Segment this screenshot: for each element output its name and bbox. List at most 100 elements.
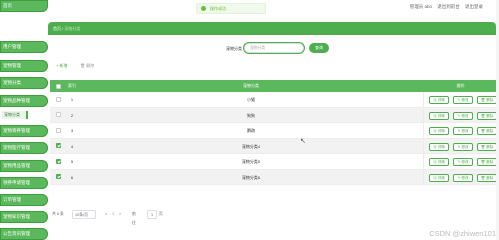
delete-label: 删除 — [486, 113, 494, 118]
sidebar-item-knowledge[interactable]: 宠物知识管理 — [0, 211, 48, 223]
pagination: 共 6 条 10条/页 < 1 > 前往 1 页 — [52, 210, 163, 225]
detail-label: 详情 — [437, 175, 445, 180]
sidebar-item-medical[interactable]: 宠物医疗管理 — [0, 142, 48, 154]
detail-button[interactable]: ▣ 详情 — [429, 127, 449, 135]
prev-page-button[interactable]: < — [105, 210, 107, 219]
table-row: 6 宠物分类6 ▣ 详情 ✎ 修改 🗑 删除 — [50, 169, 497, 185]
column-divider — [423, 169, 424, 184]
delete-label: 删除 — [486, 175, 494, 180]
delete-button[interactable]: 🗑 删除 — [477, 142, 497, 151]
table-row: 4 宠物分类4 ▣ 详情 ✎ 修改 🗑 删除 — [50, 138, 497, 154]
sidebar-item-users[interactable]: 用户管理 — [0, 41, 48, 53]
table-header: 索引 宠物分类 操作 — [50, 80, 496, 92]
sidebar-item-news[interactable]: 公告资讯管理 — [0, 228, 48, 240]
row-checkbox[interactable] — [56, 96, 61, 102]
next-page-button[interactable]: > — [119, 210, 121, 219]
sidebar-item-breeds[interactable]: 宠物品种管理 — [0, 95, 48, 107]
table-row: 3 鹦鹉 ▣ 详情 ✎ 修改 🗑 删除 — [50, 123, 497, 139]
detail-button[interactable]: ▣ 详情 — [429, 142, 449, 151]
row-checkbox-checked[interactable] — [56, 143, 61, 149]
edit-label: 修改 — [461, 160, 469, 164]
table-row: 1 小猫 ▣ 详情 ✎ 修改 🗑 删除 — [50, 92, 497, 108]
breadcrumb: 首页 / 宠物分类 — [48, 22, 496, 35]
detail-label: 详情 — [437, 129, 445, 133]
success-toast: 操作成功 — [196, 3, 266, 14]
edit-button[interactable]: ✎ 修改 — [453, 127, 473, 135]
search-input[interactable]: 宠物分类 — [244, 43, 304, 53]
watermark: CSDN @zhiwen101 — [429, 229, 496, 238]
header-index: 索引 — [68, 83, 76, 88]
logout-link[interactable]: 退出登录 — [465, 4, 483, 9]
detail-button[interactable]: ▣ 详情 — [429, 173, 449, 182]
detail-button[interactable]: ▣ 详情 — [429, 96, 449, 104]
delete-button[interactable]: 🗑 删除 — [477, 111, 497, 120]
sidebar-item-boarding[interactable]: 宠物寄养管理 — [0, 125, 48, 137]
success-icon — [201, 6, 206, 12]
column-divider — [423, 123, 424, 138]
goto-label: 前往 — [132, 212, 136, 225]
sidebar-item-pets[interactable]: 宠物管理 — [0, 60, 48, 72]
row-name: 鹦鹉 — [247, 128, 255, 133]
edit-label: 修改 — [461, 144, 469, 149]
sidebar-item-home[interactable]: 首页 — [0, 0, 48, 12]
user-role: 管理员 abo — [409, 4, 432, 9]
goto-page-input[interactable]: 1 — [147, 210, 157, 219]
detail-label: 详情 — [437, 113, 445, 118]
row-index: 3 — [70, 128, 74, 133]
row-index: 1 — [70, 97, 74, 102]
row-name: 狗狗 — [247, 112, 255, 118]
edit-button[interactable]: ✎ 修改 — [453, 111, 473, 120]
sidebar-item-adoption[interactable]: 领养申请管理 — [0, 177, 48, 189]
add-button[interactable]: + 新增 — [56, 63, 67, 69]
row-name: 宠物分类5 — [241, 159, 261, 164]
edit-button[interactable]: ✎ 修改 — [453, 142, 473, 151]
row-name: 小猫 — [247, 97, 255, 102]
delete-button[interactable]: 🗑 删除 — [477, 173, 497, 182]
delete-button[interactable]: 🗑 删除 — [477, 127, 497, 135]
sidebar-item-pet-category[interactable]: 宠物分类 — [0, 77, 48, 89]
row-checkbox-checked[interactable] — [56, 174, 61, 180]
column-divider — [423, 154, 424, 169]
row-checkbox[interactable] — [56, 127, 61, 133]
edit-button[interactable]: ✎ 修改 — [453, 173, 473, 182]
detail-button[interactable]: ▣ 详情 — [429, 111, 449, 120]
page-number-current[interactable]: 1 — [112, 210, 114, 219]
sidebar: 首页 用户管理 宠物管理 宠物分类 宠物品种管理 宠物分类 宠物寄养管理 宠物医… — [0, 0, 48, 240]
batch-delete-label: 删除 — [86, 63, 95, 68]
edit-button[interactable]: ✎ 修改 — [453, 158, 473, 166]
row-index: 4 — [70, 143, 74, 149]
sidebar-subitem-active[interactable]: 宠物分类 — [2, 111, 28, 119]
table-row: 5 宠物分类5 ▣ 详情 ✎ 修改 🗑 删除 — [50, 154, 497, 170]
row-checkbox-checked[interactable] — [56, 158, 61, 164]
search-button[interactable]: 查询 — [309, 43, 329, 53]
delete-label: 删除 — [486, 98, 494, 102]
detail-label: 详情 — [437, 144, 445, 149]
column-divider — [423, 92, 424, 107]
select-all-checkbox[interactable] — [56, 83, 61, 89]
delete-button[interactable]: 🗑 删除 — [477, 96, 497, 104]
front-link[interactable]: 退出到前台 — [437, 4, 460, 9]
edit-button[interactable]: ✎ 修改 — [453, 96, 473, 104]
detail-label: 详情 — [437, 160, 445, 164]
table-row: 2 狗狗 ▣ 详情 ✎ 修改 🗑 删除 — [50, 107, 497, 123]
breadcrumb-home[interactable]: 首页 — [53, 26, 61, 31]
mouse-cursor-icon: ↖ — [300, 138, 306, 145]
delete-label: 删除 — [486, 129, 494, 133]
detail-button[interactable]: ▣ 详情 — [429, 158, 449, 166]
row-index: 2 — [70, 112, 74, 118]
pagination-total: 共 6 条 — [52, 212, 64, 216]
row-index: 6 — [70, 174, 74, 180]
detail-label: 详情 — [437, 98, 445, 102]
sidebar-item-supplies[interactable]: 宠物用品管理 — [0, 160, 48, 172]
page-size-select[interactable]: 10条/页 — [72, 210, 96, 219]
sidebar-item-orders[interactable]: 订单管理 — [0, 194, 48, 206]
batch-delete-button[interactable]: 🗑 删除 — [80, 63, 94, 69]
delete-label: 删除 — [486, 144, 494, 149]
delete-button[interactable]: 🗑 删除 — [477, 158, 497, 166]
edit-label: 修改 — [461, 129, 469, 133]
data-table: 索引 宠物分类 操作 1 小猫 ▣ 详情 ✎ 修改 🗑 删除 2 狗狗 ▣ 详情… — [50, 80, 497, 185]
row-checkbox[interactable] — [56, 112, 61, 118]
row-index: 5 — [70, 159, 74, 164]
breadcrumb-current: 宠物分类 — [64, 26, 81, 31]
header-actions: 操作 — [456, 83, 465, 88]
